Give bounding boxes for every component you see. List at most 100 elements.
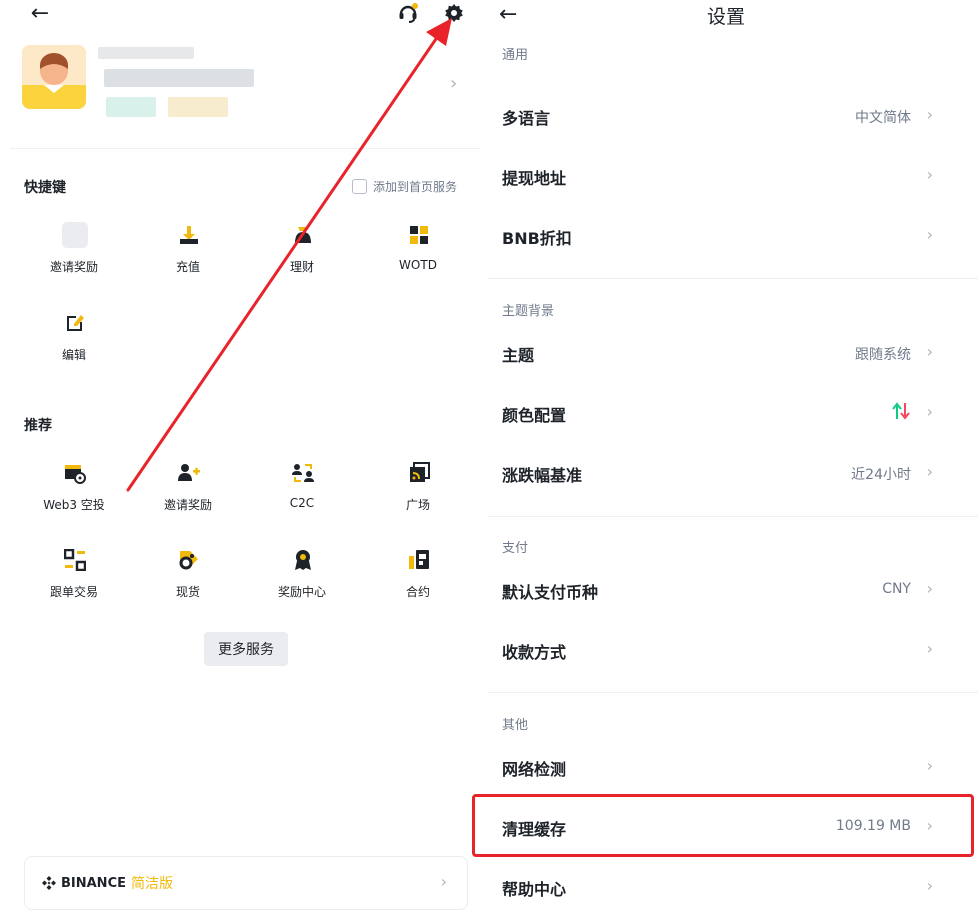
shortcut-label: 邀请奖励: [49, 260, 98, 274]
avatar: [22, 45, 86, 109]
row-label: BNB折扣: [502, 229, 572, 248]
row-label: 帮助中心: [502, 880, 567, 899]
recommend-label: 奖励中心: [277, 585, 326, 599]
lite-version-label: 简洁版: [131, 876, 173, 892]
more-services-button[interactable]: 更多服务: [204, 632, 288, 666]
account-panel: ← › 快捷键 添加到首页服务 邀请奖励 充值 理财 WOTD 编辑 推荐 We…: [0, 0, 487, 916]
group-title-theme: 主题背景: [502, 304, 555, 319]
divider: [487, 516, 978, 517]
shortcut-wotd[interactable]: WOTD: [366, 222, 470, 286]
settings-row-withdraw-address[interactable]: 提现地址 ›: [487, 151, 957, 199]
page-title: 设置: [706, 6, 745, 28]
chevron-right-icon: ›: [926, 402, 933, 421]
binance-brand-text: BINANCE: [61, 875, 126, 891]
row-label: 网络检测: [502, 760, 567, 779]
futures-icon: [406, 547, 432, 573]
shortcut-deposit[interactable]: 充值: [136, 222, 240, 286]
settings-row-change-basis[interactable]: 涨跌幅基准 近24小时 ›: [487, 448, 957, 496]
earn-icon: [290, 222, 316, 248]
recommend-label: C2C: [289, 496, 315, 510]
chevron-right-icon: ›: [926, 105, 933, 124]
divider: [487, 692, 978, 693]
deposit-icon: [176, 222, 202, 248]
wotd-icon: [406, 222, 432, 248]
headset-support-icon[interactable]: [396, 2, 420, 24]
recommend-label: Web3 空投: [43, 498, 105, 512]
chevron-right-icon: ›: [926, 225, 933, 244]
settings-row-color-config[interactable]: 颜色配置 ›: [487, 388, 957, 436]
divider: [487, 278, 978, 279]
binance-logo: BINANCE: [41, 875, 126, 891]
settings-row-theme[interactable]: 主题 跟随系统 ›: [487, 328, 957, 376]
row-value: 跟随系统: [855, 347, 911, 363]
up-down-arrows-icon: [891, 401, 911, 425]
recommend-spot[interactable]: 现货: [136, 547, 240, 611]
placeholder-icon: [62, 222, 88, 248]
row-label: 默认支付币种: [502, 583, 599, 602]
recommend-label: 广场: [405, 498, 430, 512]
recommend-futures[interactable]: 合约: [366, 547, 470, 611]
chevron-right-icon: ›: [926, 579, 933, 598]
settings-row-bnb-discount[interactable]: BNB折扣 ›: [487, 211, 957, 259]
invite-user-icon: [176, 460, 202, 486]
divider: [10, 148, 480, 149]
row-label: 清理缓存: [502, 820, 567, 839]
settings-row-language[interactable]: 多语言 中文简体 ›: [487, 91, 957, 139]
binance-lite-entry[interactable]: BINANCE 简洁版 ›: [24, 856, 468, 910]
recommend-c2c[interactable]: C2C: [250, 460, 354, 524]
settings-row-clear-cache[interactable]: 清理缓存 109.19 MB ›: [487, 802, 957, 850]
chevron-right-icon: ›: [926, 756, 933, 775]
chevron-right-icon: ›: [450, 73, 458, 94]
shortcut-label: WOTD: [399, 258, 437, 272]
settings-gear-icon[interactable]: [442, 2, 466, 24]
back-arrow-icon[interactable]: ←: [28, 1, 52, 26]
masked-user-id: [104, 69, 254, 87]
masked-badge: [106, 97, 156, 117]
airdrop-calendar-icon: [62, 460, 88, 486]
chevron-right-icon: ›: [926, 165, 933, 184]
row-label: 涨跌幅基准: [502, 466, 583, 485]
recommend-title: 推荐: [24, 418, 52, 434]
settings-row-network-check[interactable]: 网络检测 ›: [487, 742, 957, 790]
recommend-label: 现货: [175, 585, 200, 599]
row-label: 主题: [502, 346, 535, 365]
binance-diamond-icon: [42, 876, 56, 890]
masked-username: [98, 47, 194, 59]
reward-badge-icon: [290, 547, 316, 573]
add-to-home-label: 添加到首页服务: [373, 180, 458, 194]
checkbox[interactable]: [352, 179, 367, 194]
row-label: 颜色配置: [502, 406, 567, 425]
c2c-icon: [290, 460, 316, 486]
shortcut-invite-reward[interactable]: 邀请奖励: [22, 222, 126, 286]
recommend-square[interactable]: 广场: [366, 460, 470, 524]
shortcut-label: 理财: [289, 260, 314, 274]
group-title-payment: 支付: [502, 541, 529, 556]
row-label: 提现地址: [502, 169, 567, 188]
edit-icon: [62, 310, 88, 336]
settings-panel: ← 设置 通用 多语言 中文简体 › 提现地址 › BNB折扣 › 主题背景 主…: [487, 0, 978, 916]
group-title-general: 通用: [502, 48, 529, 63]
settings-row-default-currency[interactable]: 默认支付币种 CNY ›: [487, 565, 957, 613]
profile-card[interactable]: ›: [22, 45, 472, 125]
settings-row-payment-methods[interactable]: 收款方式 ›: [487, 625, 957, 673]
chevron-right-icon: ›: [926, 342, 933, 361]
group-title-other: 其他: [502, 718, 529, 733]
chevron-right-icon: ›: [926, 816, 933, 835]
row-value: 109.19 MB: [835, 818, 911, 834]
recommend-reward-center[interactable]: 奖励中心: [250, 547, 354, 611]
shortcut-earn[interactable]: 理财: [250, 222, 354, 286]
recommend-label: 合约: [405, 585, 430, 599]
shortcut-label: 编辑: [61, 348, 86, 362]
row-label: 收款方式: [502, 643, 567, 662]
spot-icon: [176, 547, 202, 573]
shortcut-label: 充值: [175, 260, 200, 274]
settings-row-help-center[interactable]: 帮助中心 ›: [487, 862, 957, 910]
recommend-copy-trading[interactable]: 跟单交易: [22, 547, 126, 611]
copy-trading-icon: [62, 547, 88, 573]
shortcut-edit[interactable]: 编辑: [22, 310, 126, 374]
recommend-invite-reward[interactable]: 邀请奖励: [136, 460, 240, 524]
add-to-home-toggle[interactable]: 添加到首页服务: [352, 178, 457, 195]
recommend-label: 邀请奖励: [163, 498, 212, 512]
row-label: 多语言: [502, 109, 551, 128]
recommend-web3-airdrop[interactable]: Web3 空投: [22, 460, 126, 524]
